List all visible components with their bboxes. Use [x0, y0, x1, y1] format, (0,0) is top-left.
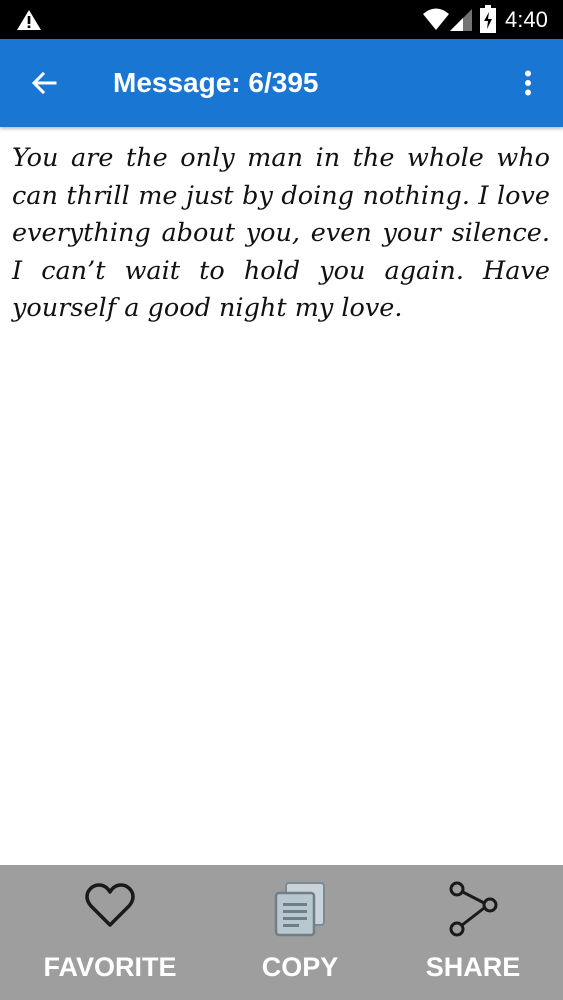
- app-bar: Message: 6/395: [0, 39, 563, 127]
- copy-label: COPY: [261, 952, 339, 982]
- warning-icon: [17, 10, 41, 30]
- status-time: 4:40: [505, 7, 548, 32]
- overflow-menu-button[interactable]: [512, 63, 544, 103]
- favorite-label: FAVORITE: [43, 952, 177, 982]
- heart-outline-icon: [85, 883, 135, 927]
- more-vert-icon: [525, 70, 531, 96]
- battery-icon: [480, 5, 496, 33]
- message-text: You are the only man in the whole who ca…: [12, 143, 550, 324]
- copy-icon: [274, 882, 325, 937]
- signal-icon: [450, 9, 472, 31]
- bottom-action-bar: FAVORITE COPY SHARE: [0, 865, 563, 1000]
- arrow-back-icon: [31, 71, 57, 95]
- favorite-button[interactable]: FAVORITE: [30, 865, 190, 1000]
- share-icon: [449, 881, 498, 937]
- wifi-icon: [423, 8, 449, 30]
- status-bar: 4:40: [0, 0, 563, 39]
- page-title: Message: 6/395: [113, 67, 319, 98]
- copy-button[interactable]: COPY: [220, 865, 380, 1000]
- share-label: SHARE: [425, 952, 521, 982]
- share-button[interactable]: SHARE: [393, 865, 553, 1000]
- back-button[interactable]: [26, 63, 62, 103]
